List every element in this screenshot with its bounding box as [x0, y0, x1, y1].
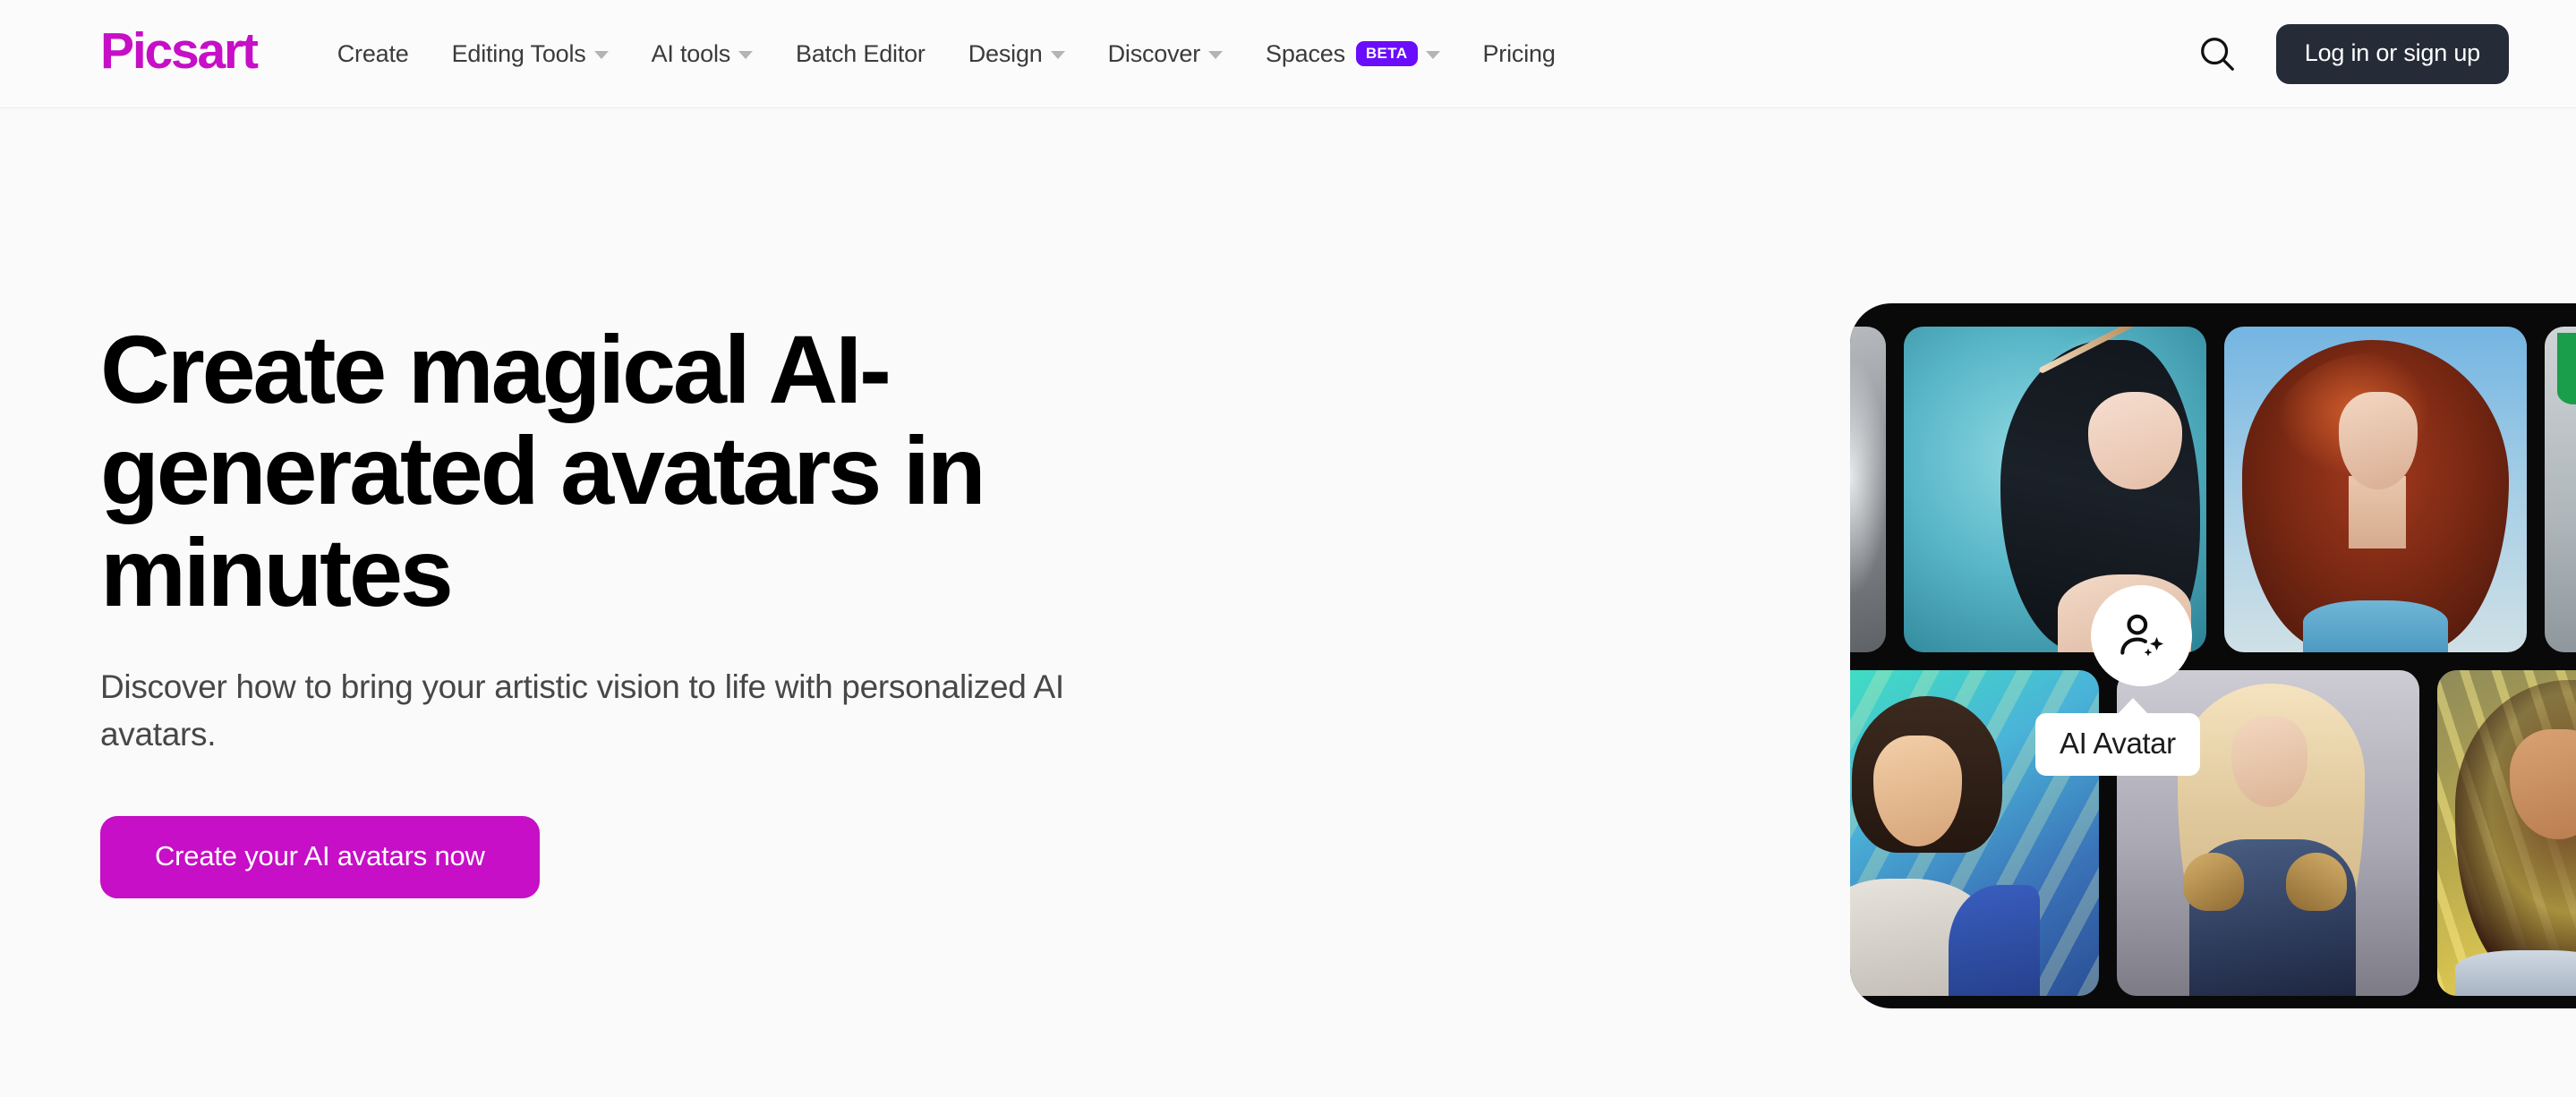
- beta-badge: BETA: [1355, 41, 1418, 66]
- nav-item-spaces[interactable]: Spaces BETA: [1244, 41, 1461, 66]
- chevron-down-icon: [1208, 51, 1224, 59]
- nav-label: Editing Tools: [451, 39, 586, 67]
- avatar-row-bottom: [1850, 670, 2576, 996]
- ai-avatar-badge-button[interactable]: [2091, 585, 2192, 686]
- avatar-image: [1850, 327, 1886, 652]
- nav-item-editing-tools[interactable]: Editing Tools: [431, 39, 630, 67]
- nav-label: Spaces: [1266, 39, 1345, 67]
- main-navigation: Create Editing Tools AI tools Batch Edit…: [316, 41, 1577, 66]
- nav-label: Pricing: [1482, 39, 1556, 67]
- avatar-tile-partial-grey-figure[interactable]: [1850, 327, 1886, 652]
- nav-item-pricing[interactable]: Pricing: [1462, 39, 1577, 67]
- nav-item-create[interactable]: Create: [316, 39, 431, 67]
- nav-label: Discover: [1107, 39, 1201, 67]
- create-avatars-cta-button[interactable]: Create your AI avatars now: [100, 816, 540, 899]
- login-signup-button[interactable]: Log in or sign up: [2275, 23, 2509, 84]
- chevron-down-icon: [1050, 51, 1065, 59]
- avatar-showcase-card: AI Avatar: [1850, 303, 2576, 1008]
- nav-label: Batch Editor: [796, 39, 925, 67]
- avatar-row-top: [1850, 327, 2576, 652]
- nav-item-discover[interactable]: Discover: [1087, 39, 1244, 67]
- nav-label: Create: [337, 39, 409, 67]
- page-title: Create magical AI-generated avatars in m…: [100, 315, 986, 626]
- hero-visual: AI Avatar: [1309, 108, 2576, 1097]
- avatar-image: [2437, 670, 2576, 996]
- picsart-logo[interactable]: Picsart: [100, 25, 259, 77]
- hero-subtitle: Discover how to bring your artistic visi…: [100, 668, 1064, 753]
- search-button[interactable]: [2192, 29, 2242, 79]
- avatar-tile-photo-woman-red-dress[interactable]: [2545, 327, 2576, 652]
- hero-section: Create magical AI-generated avatars in m…: [0, 108, 2576, 1097]
- avatar-image: [2224, 327, 2527, 652]
- search-icon: [2200, 38, 2234, 71]
- chevron-down-icon: [1425, 51, 1440, 59]
- hero-copy: Create magical AI-generated avatars in m…: [100, 108, 1309, 1097]
- ai-avatar-tooltip: AI Avatar: [2035, 698, 2200, 776]
- chevron-down-icon: [738, 51, 754, 59]
- header-actions: Log in or sign up: [2192, 23, 2509, 84]
- nav-label: AI tools: [651, 39, 731, 67]
- avatar-tile-red-haired-woman-sky[interactable]: [2224, 327, 2527, 652]
- nav-item-design[interactable]: Design: [947, 39, 1087, 67]
- site-header: Picsart Create Editing Tools AI tools Ba…: [0, 0, 2576, 108]
- nav-item-ai-tools[interactable]: AI tools: [630, 39, 774, 67]
- chevron-down-icon: [593, 51, 609, 59]
- user-sparkle-icon: [2120, 614, 2163, 656]
- avatar-image: [2545, 327, 2576, 652]
- avatar-tile-woman-golden-background[interactable]: [2437, 670, 2576, 996]
- nav-item-batch-editor[interactable]: Batch Editor: [774, 39, 947, 67]
- nav-label: Design: [968, 39, 1043, 67]
